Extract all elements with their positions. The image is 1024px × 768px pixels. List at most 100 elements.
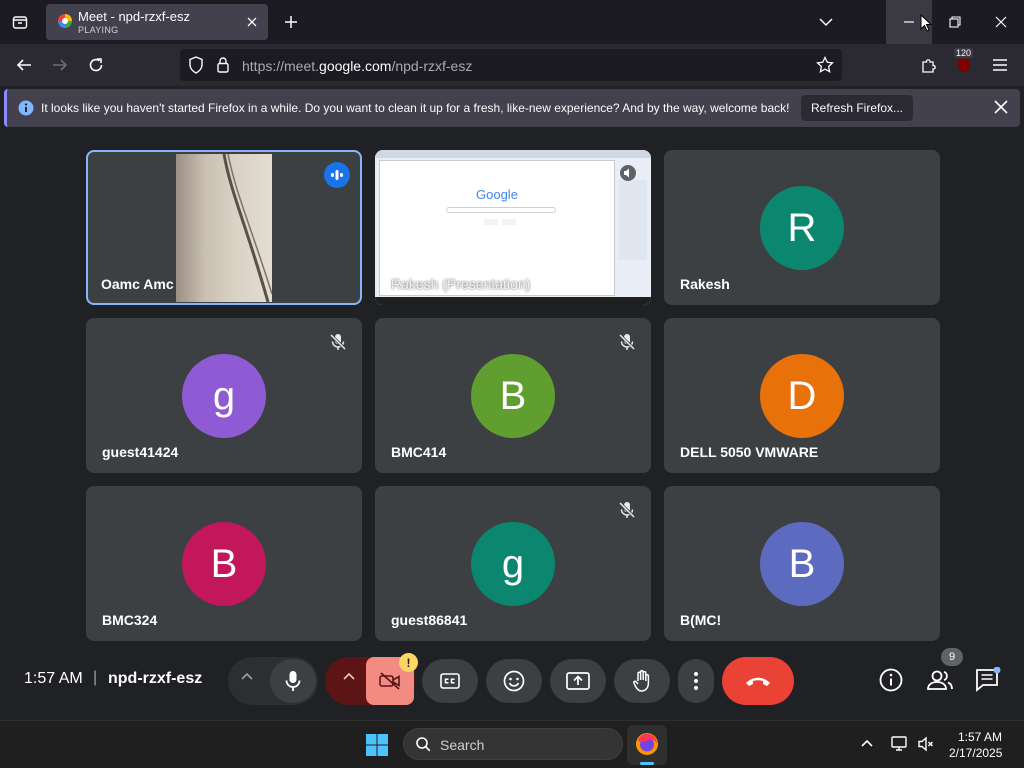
avatar: B [760, 522, 844, 606]
reactions-button[interactable] [486, 659, 542, 703]
emoji-smile-icon [503, 670, 525, 692]
meeting-details-info-icon[interactable] [878, 667, 904, 698]
refresh-firefox-button[interactable]: Refresh Firefox... [801, 95, 913, 121]
lock-icon[interactable] [216, 56, 230, 79]
tab-title: Meet - npd-rzxf-esz [78, 9, 190, 24]
browser-nav-bar: https://meet.google.com/npd-rzxf-esz 120 [0, 44, 1024, 86]
volume-muted-icon[interactable] [917, 735, 935, 758]
window-close-button[interactable] [978, 0, 1024, 44]
speaking-indicator-icon [324, 162, 350, 188]
participant-tile[interactable]: B BMC324 [86, 486, 362, 641]
present-now-icon [566, 672, 590, 690]
closed-captions-icon [440, 673, 460, 689]
meeting-code: npd-rzxf-esz [108, 670, 203, 687]
taskbar-clock-date[interactable]: 2/17/2025 [949, 746, 1002, 760]
network-icon[interactable] [891, 735, 909, 758]
participant-name: BMC324 [102, 612, 158, 628]
present-screen-button[interactable] [550, 659, 606, 703]
url-prefix: https://meet. [242, 58, 320, 74]
info-icon [18, 100, 34, 121]
more-vert-icon [694, 672, 698, 690]
hang-up-phone-icon [746, 677, 770, 686]
tab-playing-label: PLAYING [78, 25, 119, 35]
raise-hand-button[interactable] [614, 659, 670, 703]
tab-list-icon[interactable] [4, 6, 36, 38]
meeting-time: 1:57 AM [24, 670, 83, 687]
extensions-puzzle-icon[interactable] [914, 50, 944, 80]
ublock-origin-icon[interactable]: 120 [949, 48, 979, 80]
search-placeholder: Search [440, 737, 485, 753]
audio-options-chevron-icon[interactable] [240, 669, 254, 688]
active-app-indicator [640, 762, 654, 765]
new-tab-plus-icon[interactable] [278, 8, 304, 36]
avatar: B [471, 354, 555, 438]
participant-tile[interactable]: D DELL 5050 VMWARE [664, 318, 940, 473]
windows-taskbar: Search 1:57 AM 2/17/2025 [0, 720, 1024, 768]
avatar: g [182, 354, 266, 438]
participant-name: Oamc Amc [101, 276, 174, 292]
presentation-audio-icon [619, 164, 637, 187]
participant-name: Rakesh (Presentation) [391, 276, 531, 292]
notification-message: It looks like you haven't started Firefo… [41, 101, 790, 115]
participant-tile[interactable]: B BMC414 [375, 318, 651, 473]
avatar: B [182, 522, 266, 606]
hamburger-menu-icon[interactable] [985, 50, 1015, 80]
tab-close-icon[interactable] [242, 12, 262, 32]
show-hidden-icons-chevron-icon[interactable] [860, 736, 874, 754]
more-options-button[interactable] [678, 659, 714, 703]
meet-stage: Oamc Amc Google Rakesh (Presentation) R … [0, 129, 1024, 642]
participant-tile[interactable]: Oamc Amc [86, 150, 362, 305]
google-logo-text: Google [476, 187, 518, 202]
people-icon[interactable] [926, 668, 954, 697]
windows-start-icon[interactable] [365, 733, 389, 762]
window-restore-button[interactable] [932, 0, 978, 44]
extension-badge-count: 120 [954, 48, 974, 58]
reload-icon[interactable] [81, 50, 111, 80]
participant-tile[interactable]: B B(MC! [664, 486, 940, 641]
url-domain: google.com [319, 58, 392, 74]
search-icon [416, 737, 431, 757]
url-bar[interactable]: https://meet.google.com/npd-rzxf-esz [180, 49, 842, 81]
mic-muted-icon [618, 333, 636, 351]
taskbar-firefox-app[interactable] [627, 725, 667, 765]
avatar: D [760, 354, 844, 438]
participant-name: BMC414 [391, 444, 447, 460]
bookmark-star-icon[interactable] [816, 55, 834, 79]
taskbar-search-box[interactable]: Search [403, 728, 623, 760]
firefox-icon [635, 732, 659, 761]
camera-warning-badge: ! [399, 653, 418, 672]
mic-muted-icon [329, 333, 347, 351]
chat-icon[interactable] [974, 666, 1002, 698]
people-count-badge: 9 [941, 648, 963, 666]
microphone-icon [285, 671, 301, 691]
participant-name: DELL 5050 VMWARE [680, 444, 819, 460]
presentation-tile[interactable]: Google Rakesh (Presentation) [375, 150, 651, 305]
time-code-separator: | [93, 669, 98, 686]
participant-name: guest86841 [391, 612, 468, 628]
notification-close-icon[interactable] [994, 100, 1008, 119]
leave-call-button[interactable] [722, 657, 794, 705]
participant-tile[interactable]: R Rakesh [664, 150, 940, 305]
video-options-chevron-icon[interactable] [342, 669, 356, 688]
forward-arrow-icon[interactable] [45, 50, 75, 80]
url-text: https://meet.google.com/npd-rzxf-esz [242, 58, 472, 74]
browser-tab-meet[interactable]: Meet - npd-rzxf-esz PLAYING [46, 4, 268, 40]
captions-button[interactable] [422, 659, 478, 703]
mouse-cursor-icon [920, 13, 933, 37]
participant-tile[interactable]: g guest86841 [375, 486, 651, 641]
participant-name: guest41424 [102, 444, 179, 460]
microphone-button[interactable] [270, 659, 316, 703]
url-path: /npd-rzxf-esz [391, 58, 473, 74]
meet-control-bar: 1:57 AM | npd-rzxf-esz ! 9 [0, 642, 1024, 720]
browser-tab-bar: Meet - npd-rzxf-esz PLAYING [0, 0, 1024, 44]
google-logo-preview: Google [476, 187, 518, 202]
avatar: g [471, 522, 555, 606]
tracking-protection-shield-icon[interactable] [188, 56, 204, 79]
back-arrow-icon[interactable] [9, 50, 39, 80]
taskbar-clock-time[interactable]: 1:57 AM [958, 730, 1002, 744]
meet-favicon-icon [58, 14, 72, 28]
raise-hand-icon [633, 670, 650, 692]
participant-name: Rakesh [680, 276, 730, 292]
list-all-tabs-chevron-icon[interactable] [812, 8, 840, 36]
participant-tile[interactable]: g guest41424 [86, 318, 362, 473]
